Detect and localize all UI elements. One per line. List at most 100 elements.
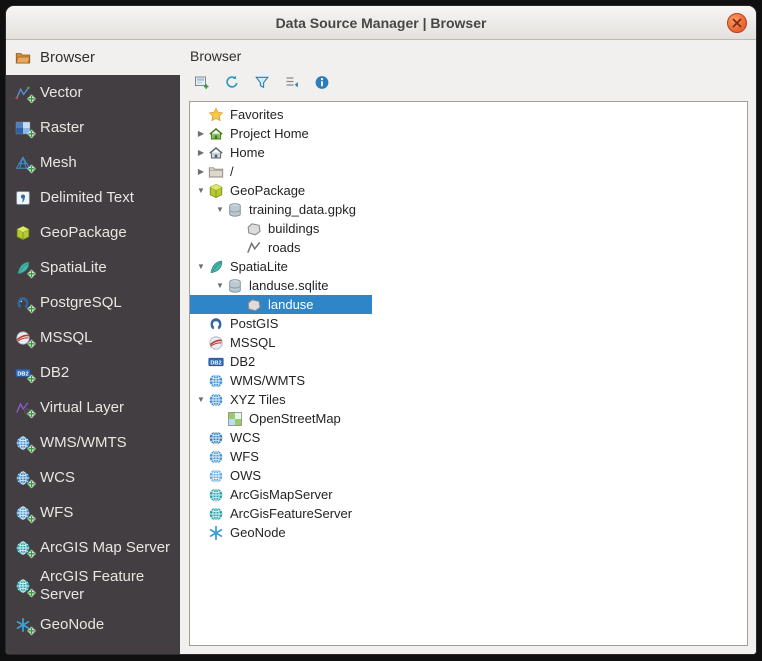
sidebar-item-wcs[interactable]: WCS (6, 460, 180, 495)
postgresql-icon (15, 295, 35, 316)
tree-item-mssql[interactable]: MSSQL (190, 333, 747, 352)
browser-tree[interactable]: Favorites ▶ Project Home ▶ Home ▶ / ▼ GeoPackage… (189, 101, 748, 646)
browser-folder-icon (15, 50, 31, 66)
sidebar-item-label: Delimited Text (40, 188, 134, 206)
chevron-right-icon[interactable]: ▶ (194, 167, 208, 176)
sidebar-item-db2[interactable]: DB2 DB2 (6, 355, 180, 390)
chevron-down-icon[interactable]: ▼ (213, 205, 227, 214)
sidebar-item-label: MSSQL (40, 328, 93, 346)
svg-text:DB2: DB2 (17, 371, 28, 377)
sidebar-item-label: WMS/WMTS (40, 433, 127, 451)
virtual-layer-icon (15, 400, 35, 421)
sidebar-item-label: ArcGIS Map Server (40, 538, 171, 556)
line-layer-icon (246, 240, 262, 256)
filter-icon (254, 75, 270, 91)
source-type-sidebar: Browser Vector Raster Mesh Delimited Text Geo… (6, 40, 180, 654)
tree-item-landuse-sqlite[interactable]: ▼ landuse.sqlite (190, 276, 747, 295)
refresh-button[interactable] (219, 71, 244, 94)
filter-browser-button[interactable] (249, 71, 274, 94)
tree-item-label: Project Home (230, 126, 309, 141)
tree-item-label: PostGIS (230, 316, 279, 331)
sidebar-item-vector[interactable]: Vector (6, 75, 180, 110)
tree-item-home[interactable]: ▶ Home (190, 143, 747, 162)
sidebar-item-arcgis-feature-server[interactable]: ArcGIS Feature Server (6, 565, 180, 607)
sidebar-item-arcgis-map-server[interactable]: ArcGIS Map Server (6, 530, 180, 565)
wcs-icon (208, 430, 224, 446)
sidebar-item-delimited-text[interactable]: Delimited Text (6, 180, 180, 215)
tree-item-wms-wmts[interactable]: WMS/WMTS (190, 371, 747, 390)
sidebar-item-label: WCS (40, 468, 75, 486)
chevron-down-icon[interactable]: ▼ (194, 395, 208, 404)
tree-item-geopackage[interactable]: ▼ GeoPackage (190, 181, 747, 200)
tree-item-spatialite[interactable]: ▼ SpatiaLite (190, 257, 747, 276)
mesh-icon (15, 155, 35, 176)
browser-toolbar (189, 71, 748, 101)
sidebar-item-raster[interactable]: Raster (6, 110, 180, 145)
geonode-icon (15, 617, 35, 638)
tree-item-geonode[interactable]: GeoNode (190, 523, 747, 542)
tree-item-postgis[interactable]: PostGIS (190, 314, 747, 333)
data-source-manager-window: Data Source Manager | Browser Browser Vec… (6, 6, 756, 654)
geopackage-icon (15, 225, 31, 241)
arcgis-feature-server-icon (208, 506, 224, 522)
home-icon (208, 145, 224, 161)
sidebar-item-spatialite[interactable]: SpatiaLite (6, 250, 180, 285)
tree-item-label: GeoNode (230, 525, 286, 540)
sidebar-item-geonode[interactable]: GeoNode (6, 607, 180, 642)
chevron-down-icon[interactable]: ▼ (194, 262, 208, 271)
postgis-icon (208, 316, 224, 332)
collapse-all-button[interactable] (279, 71, 304, 94)
sidebar-item-mesh[interactable]: Mesh (6, 145, 180, 180)
tree-item-root[interactable]: ▶ / (190, 162, 747, 181)
chevron-right-icon[interactable]: ▶ (194, 129, 208, 138)
sidebar-item-geopackage[interactable]: GeoPackage (6, 215, 180, 250)
ows-icon (208, 468, 224, 484)
close-button[interactable] (727, 13, 747, 33)
titlebar[interactable]: Data Source Manager | Browser (6, 6, 756, 40)
tree-item-wcs[interactable]: WCS (190, 428, 747, 447)
sidebar-item-browser[interactable]: Browser (6, 40, 180, 75)
tree-item-ows[interactable]: OWS (190, 466, 747, 485)
chevron-down-icon[interactable]: ▼ (213, 281, 227, 290)
tree-item-label: Favorites (230, 107, 284, 122)
sidebar-item-label: Mesh (40, 153, 77, 171)
tree-item-arcgisfeatureserver[interactable]: ArcGisFeatureServer (190, 504, 747, 523)
sidebar-item-virtual-layer[interactable]: Virtual Layer (6, 390, 180, 425)
browser-panel: Browser Favorites ▶ Project Home ▶ Home ▶ / ▼ Ge… (180, 40, 756, 654)
sidebar-item-wms-wmts[interactable]: WMS/WMTS (6, 425, 180, 460)
chevron-right-icon[interactable]: ▶ (194, 148, 208, 157)
wfs-icon (15, 505, 35, 526)
sidebar-item-postgresql[interactable]: PostgreSQL (6, 285, 180, 320)
window-title: Data Source Manager | Browser (275, 14, 487, 31)
tree-item-roads[interactable]: roads (190, 238, 747, 257)
tree-item-training-data-gpkg[interactable]: ▼ training_data.gpkg (190, 200, 747, 219)
add-selected-layers-button[interactable] (189, 71, 214, 94)
tree-item-label: WCS (230, 430, 261, 445)
tree-item-label: / (230, 164, 234, 179)
tree-item-label: MSSQL (230, 335, 276, 350)
tree-item-project-home[interactable]: ▶ Project Home (190, 124, 747, 143)
project-home-icon (208, 126, 224, 142)
tree-item-wfs[interactable]: WFS (190, 447, 747, 466)
tree-item-favorites[interactable]: Favorites (190, 105, 747, 124)
tree-item-label: XYZ Tiles (230, 392, 286, 407)
tree-item-label: training_data.gpkg (249, 202, 356, 217)
tree-item-label: OpenStreetMap (249, 411, 341, 426)
tree-item-xyz-tiles[interactable]: ▼ XYZ Tiles (190, 390, 747, 409)
tree-item-arcgismapserver[interactable]: ArcGisMapServer (190, 485, 747, 504)
tree-item-db2[interactable]: DB2 DB2 (190, 352, 747, 371)
tree-item-landuse[interactable]: landuse (190, 295, 747, 314)
geonode-icon (208, 525, 224, 541)
tree-item-buildings[interactable]: buildings (190, 219, 747, 238)
info-icon (314, 75, 330, 91)
tree-item-openstreetmap[interactable]: OpenStreetMap (190, 409, 747, 428)
tree-item-label: OWS (230, 468, 262, 483)
sidebar-item-label: Browser (40, 48, 96, 66)
spatialite-icon (15, 260, 35, 281)
close-icon (732, 18, 742, 28)
sidebar-item-wfs[interactable]: WFS (6, 495, 180, 530)
properties-widget-button[interactable] (309, 71, 334, 94)
geopackage-icon (208, 183, 224, 199)
chevron-down-icon[interactable]: ▼ (194, 186, 208, 195)
sidebar-item-mssql[interactable]: MSSQL (6, 320, 180, 355)
